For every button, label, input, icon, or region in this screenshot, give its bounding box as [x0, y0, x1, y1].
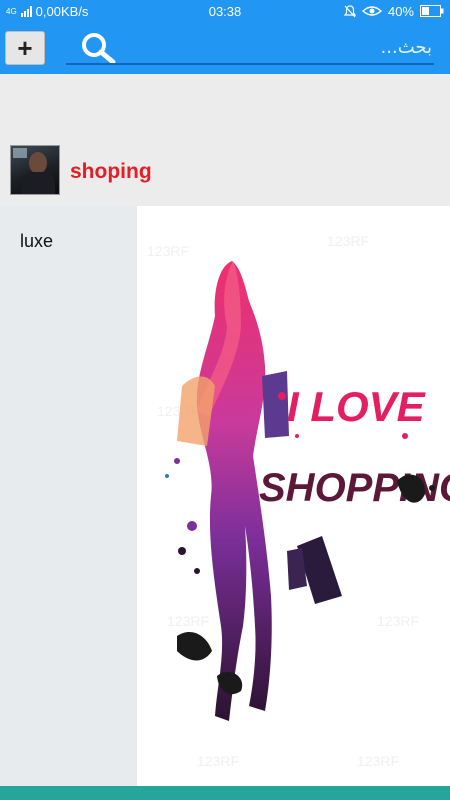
avatar[interactable]: [10, 145, 60, 195]
add-button[interactable]: +: [5, 31, 45, 65]
svg-text:I LOVE: I LOVE: [287, 383, 427, 430]
svg-text:123RF: 123RF: [327, 233, 369, 249]
search-bar: [66, 30, 434, 65]
signal-icon: [20, 5, 32, 17]
mute-icon: [343, 4, 356, 17]
shopping-illustration: 123RF 123RF 123RF 123RF 123RF 123RF 123R…: [147, 233, 450, 769]
avatar-light: [13, 148, 27, 158]
bottom-bar: [0, 786, 450, 800]
toolbar: +: [0, 22, 450, 74]
search-underline: [66, 63, 434, 65]
svg-text:123RF: 123RF: [197, 753, 239, 769]
username[interactable]: shoping: [70, 160, 152, 184]
data-speed: 0,00KB/s: [35, 3, 89, 19]
battery-icon: [420, 5, 444, 17]
post-header: shoping: [0, 140, 450, 204]
svg-text:123RF: 123RF: [147, 243, 189, 259]
battery-percent: 40%: [387, 3, 414, 19]
post-content: luxe 123RF 123RF 123RF 123RF 123RF 123RF…: [0, 206, 450, 786]
status-left: 4G 0,00KB/s: [6, 4, 176, 19]
post-image[interactable]: 123RF 123RF 123RF 123RF 123RF 123RF 123R…: [137, 206, 450, 786]
eye-icon: [361, 6, 382, 16]
status-right: 40%: [274, 4, 444, 19]
category-label: luxe: [20, 231, 54, 251]
network-type: 4G: [6, 6, 17, 16]
search-input[interactable]: [126, 32, 432, 62]
status-time: 03:38: [208, 3, 242, 19]
svg-text:123RF: 123RF: [357, 753, 399, 769]
avatar-head: [29, 152, 47, 174]
status-bar: 4G 0,00KB/s 03:38 40%: [0, 0, 450, 22]
avatar-body: [21, 172, 55, 194]
svg-text:123RF: 123RF: [377, 613, 419, 629]
search-icon[interactable]: [80, 32, 118, 64]
svg-text:123RF: 123RF: [167, 613, 209, 629]
